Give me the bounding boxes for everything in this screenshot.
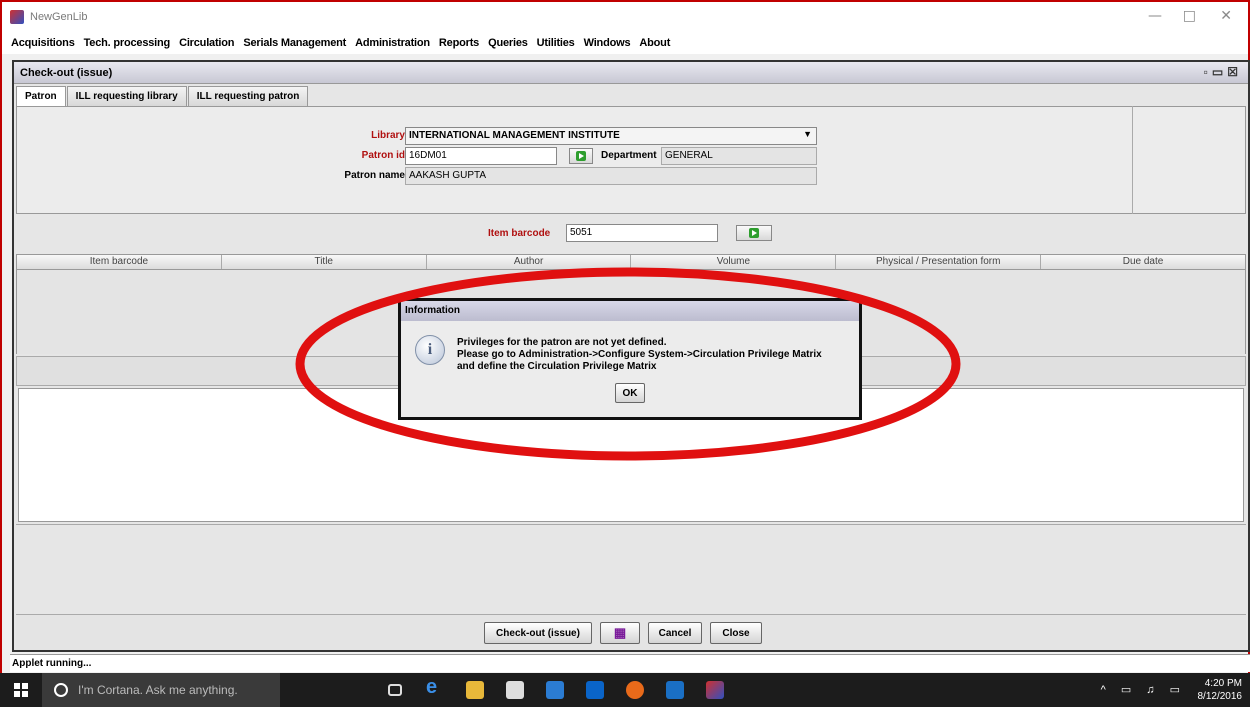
windows-taskbar: I'm Cortana. Ask me anything. e ^ ▭ ♫ ▭ … — [0, 673, 1250, 707]
frame-header: Check-out (issue) ▫▭☒ — [14, 62, 1248, 84]
menu-about[interactable]: About — [639, 37, 670, 49]
app-icon[interactable] — [666, 681, 684, 699]
app-logo-icon — [10, 10, 24, 24]
cancel-button[interactable]: Cancel — [648, 622, 702, 644]
edge-icon[interactable]: e — [426, 676, 444, 698]
dialog-title: Information — [401, 301, 859, 321]
library-select[interactable]: INTERNATIONAL MANAGEMENT INSTITUTE ▼ — [405, 127, 817, 145]
information-dialog: Information i Privileges for the patron … — [398, 298, 862, 420]
print-slip-icon[interactable]: ▦ — [600, 622, 640, 644]
file-explorer-icon[interactable] — [466, 681, 484, 699]
go-arrow-icon — [749, 228, 759, 238]
library-value: INTERNATIONAL MANAGEMENT INSTITUTE — [409, 130, 620, 141]
clock[interactable]: 4:20 PM 8/12/2016 — [1198, 677, 1243, 703]
patron-lookup-button[interactable] — [569, 148, 593, 164]
task-view-icon[interactable] — [388, 684, 402, 696]
mail-icon[interactable] — [586, 681, 604, 699]
clock-date: 8/12/2016 — [1197, 691, 1243, 702]
menu-circulation[interactable]: Circulation — [179, 37, 234, 49]
tab-strip: Patron ILL requesting library ILL reques… — [16, 86, 309, 106]
go-arrow-icon — [576, 151, 586, 161]
info-icon: i — [415, 335, 445, 365]
tray-icons[interactable]: ^ ▭ ♫ ▭ — [1101, 683, 1186, 696]
patron-photo-box — [1132, 106, 1246, 214]
menu-utilities[interactable]: Utilities — [537, 37, 575, 49]
column-header[interactable]: Item barcode — [17, 255, 222, 269]
department-field: GENERAL — [661, 147, 817, 165]
cortana-icon — [54, 683, 68, 697]
maximize-icon[interactable]: □ — [1183, 8, 1196, 24]
menu-windows[interactable]: Windows — [584, 37, 631, 49]
chevron-down-icon: ▼ — [803, 129, 812, 139]
ok-button[interactable]: OK — [615, 383, 645, 403]
column-header[interactable]: Title — [222, 255, 427, 269]
patron-name-label: Patron name — [344, 170, 405, 181]
tab-ill-requesting-patron[interactable]: ILL requesting patron — [187, 86, 309, 106]
column-header[interactable]: Author — [427, 255, 632, 269]
patron-panel: Library INTERNATIONAL MANAGEMENT INSTITU… — [16, 106, 1246, 214]
menu-acquisitions[interactable]: Acquisitions — [11, 37, 75, 49]
menu-tech-processing[interactable]: Tech. processing — [84, 37, 171, 49]
frame-title: Check-out (issue) — [20, 66, 113, 79]
clock-time: 4:20 PM — [1204, 678, 1242, 689]
patron-id-label: Patron id — [361, 150, 405, 161]
checkout-button[interactable]: Check-out (issue) — [484, 622, 592, 644]
patron-id-input[interactable]: 16DM01 — [405, 147, 557, 165]
menu-reports[interactable]: Reports — [439, 37, 479, 49]
menu-administration[interactable]: Administration — [355, 37, 430, 49]
dialog-message-line-3: and define the Circulation Privilege Mat… — [457, 361, 657, 372]
button-bar: Check-out (issue) ▦ Cancel Close — [16, 614, 1246, 650]
outlook-icon[interactable] — [546, 681, 564, 699]
dialog-message-line-1: Privileges for the patron are not yet de… — [457, 337, 667, 348]
tab-patron[interactable]: Patron — [16, 86, 66, 106]
patron-name-field: AAKASH GUPTA — [405, 167, 817, 185]
close-window-icon[interactable]: ✕ — [1220, 8, 1232, 24]
lower-panel — [16, 524, 1246, 614]
items-table-header: Item barcode Title Author Volume Physica… — [16, 254, 1246, 270]
dialog-message-line-2: Please go to Administration->Configure S… — [457, 349, 822, 360]
menu-bar: Acquisitions Tech. processing Circulatio… — [2, 32, 1248, 54]
column-header[interactable]: Volume — [631, 255, 837, 269]
title-bar: NewGenLib — □ ✕ — [2, 2, 1248, 32]
store-icon[interactable] — [506, 681, 524, 699]
column-header[interactable]: Physical / Presentation form — [836, 255, 1042, 269]
item-barcode-input[interactable]: 5051 — [566, 224, 718, 242]
status-bar: Applet running... — [10, 654, 1250, 672]
library-label: Library — [371, 130, 405, 141]
cortana-search[interactable]: I'm Cortana. Ask me anything. — [42, 673, 280, 707]
menu-queries[interactable]: Queries — [488, 37, 528, 49]
menu-serials-management[interactable]: Serials Management — [243, 37, 346, 49]
item-barcode-label: Item barcode — [488, 228, 551, 239]
item-lookup-button[interactable] — [736, 225, 772, 241]
window-title: NewGenLib — [30, 11, 88, 23]
minimize-icon[interactable]: — — [1148, 8, 1162, 24]
frame-controls-icon[interactable]: ▫▭☒ — [1204, 65, 1242, 79]
cortana-placeholder: I'm Cortana. Ask me anything. — [78, 683, 238, 697]
column-header[interactable]: Due date — [1041, 255, 1245, 269]
tab-ill-requesting-library[interactable]: ILL requesting library — [66, 86, 187, 106]
firefox-icon[interactable] — [626, 681, 644, 699]
windows-start-icon[interactable] — [14, 683, 28, 697]
close-button[interactable]: Close — [710, 622, 762, 644]
newgenlib-icon[interactable] — [706, 681, 724, 699]
department-label: Department — [601, 150, 657, 161]
